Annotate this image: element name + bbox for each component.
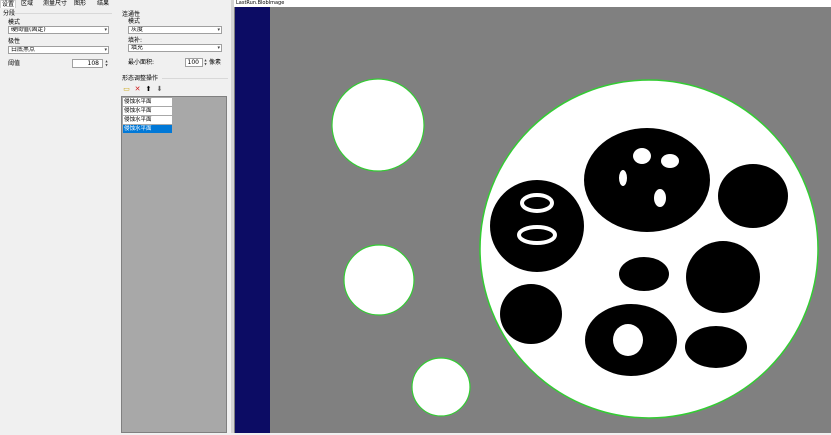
spin-down-icon[interactable]: ▼ <box>203 62 208 66</box>
seg-mode-value: 硬阈值(固定) <box>11 26 46 33</box>
conn-min-area-input[interactable]: 100 <box>185 58 203 67</box>
conn-min-area-label: 最小面积: <box>128 59 155 66</box>
list-item-selected[interactable]: 侵蚀水平面 <box>123 125 172 133</box>
seg-threshold-spinner[interactable]: ▲ ▼ <box>104 59 109 68</box>
tab-region[interactable]: 区域 <box>20 0 34 8</box>
conn-min-area-spinner[interactable]: ▲ ▼ <box>203 58 208 67</box>
chevron-down-icon: ▾ <box>104 47 107 53</box>
seg-polarity-value: 白底黑点 <box>11 46 36 53</box>
hole-black <box>685 326 747 368</box>
tab-results[interactable]: 结果 <box>96 0 110 8</box>
conn-mode-dropdown[interactable]: 灰度 ▾ <box>128 26 222 34</box>
seg-polarity-label: 极性 <box>8 38 21 45</box>
hole-inner-white <box>661 154 679 168</box>
seg-polarity-dropdown[interactable]: 白底黑点 ▾ <box>8 46 109 54</box>
blob-image-canvas <box>234 7 831 433</box>
hole-black <box>718 164 788 228</box>
tab-bar: 设置 区域 测量尺寸 图形 结果 <box>0 0 231 9</box>
hole-black <box>686 241 760 313</box>
conn-fill-dropdown[interactable]: 填充 ▾ <box>128 44 222 52</box>
group-divider <box>162 78 228 79</box>
image-view-title: LastRun.BlobImage <box>234 0 831 7</box>
conn-fill-label: 填补: <box>128 37 143 44</box>
hole-inner-white <box>619 170 627 186</box>
seg-mode-label: 模式 <box>8 19 21 26</box>
chevron-down-icon: ▾ <box>104 27 107 33</box>
hole-black <box>619 257 669 291</box>
seg-threshold-input[interactable]: 108 <box>72 59 103 68</box>
tab-measure-size[interactable]: 测量尺寸 <box>42 0 68 8</box>
image-edge-band <box>235 7 270 433</box>
tab-settings[interactable]: 设置 <box>0 0 17 8</box>
move-down-icon[interactable]: ⬇ <box>156 86 163 93</box>
group-divider <box>14 13 112 14</box>
segmentation-panel: 分段 模式 硬阈值(固定) ▾ 极性 白底黑点 ▾ 阈值 108 ▲ ▼ <box>0 9 115 433</box>
hole-black <box>500 284 562 344</box>
list-item[interactable]: 侵蚀水平面 <box>123 116 172 124</box>
morphology-group-title: 形态调整操作 <box>122 75 159 82</box>
seg-mode-dropdown[interactable]: 硬阈值(固定) ▾ <box>8 26 109 34</box>
image-view[interactable] <box>234 7 831 433</box>
add-icon[interactable]: ▭ <box>123 86 130 93</box>
hole-inner-white <box>654 189 666 207</box>
conn-fill-value: 填充 <box>131 44 144 51</box>
list-item[interactable]: 侵蚀水平面 <box>123 98 172 106</box>
tab-graphics[interactable]: 图形 <box>73 0 87 8</box>
conn-mode-value: 灰度 <box>131 26 144 33</box>
hole-inner-white <box>633 148 651 164</box>
connectivity-group-title: 连通性 <box>122 11 141 18</box>
conn-min-area-unit: 像素 <box>209 59 222 66</box>
chevron-down-icon: ▾ <box>217 45 220 51</box>
delete-icon[interactable]: ✕ <box>134 86 141 93</box>
seg-threshold-label: 阈值 <box>8 60 21 67</box>
move-up-icon[interactable]: ⬆ <box>145 86 152 93</box>
blob-white <box>411 357 471 417</box>
hole-inner-white <box>613 324 643 356</box>
chevron-down-icon: ▾ <box>217 27 220 33</box>
blob-white <box>343 244 415 316</box>
spin-down-icon[interactable]: ▼ <box>104 63 109 67</box>
blob-white <box>331 78 425 172</box>
conn-mode-label: 模式 <box>128 18 141 25</box>
hole-black <box>584 128 710 232</box>
morphology-operation-list[interactable]: 侵蚀水平面 侵蚀水平面 侵蚀水平面 侵蚀水平面 <box>121 96 227 433</box>
list-item[interactable]: 侵蚀水平面 <box>123 107 172 115</box>
